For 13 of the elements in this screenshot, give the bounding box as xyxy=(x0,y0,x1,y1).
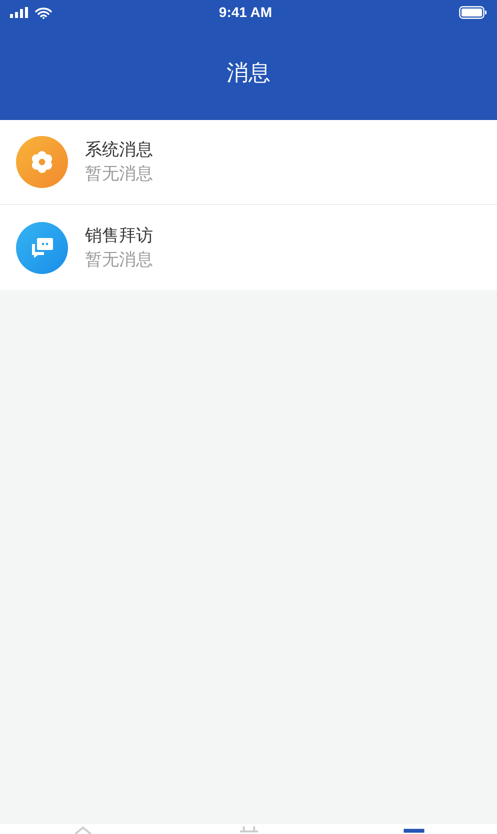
message-subtitle: 暂无消息 xyxy=(85,163,153,185)
wifi-icon xyxy=(35,6,52,18)
flower-icon xyxy=(16,136,68,188)
message-title: 系统消息 xyxy=(85,139,153,161)
message-subtitle: 暂无消息 xyxy=(85,248,153,270)
page-title: 消息 xyxy=(226,59,270,87)
message-title: 销售拜访 xyxy=(85,224,153,246)
message-row[interactable]: 系统消息 暂无消息 xyxy=(0,120,497,205)
signal-icon xyxy=(10,7,28,18)
chat-icon xyxy=(16,222,68,274)
status-time: 9:41 AM xyxy=(218,3,274,22)
message-row[interactable]: 销售拜访 暂无消息 xyxy=(0,205,497,290)
battery-icon xyxy=(459,6,487,19)
